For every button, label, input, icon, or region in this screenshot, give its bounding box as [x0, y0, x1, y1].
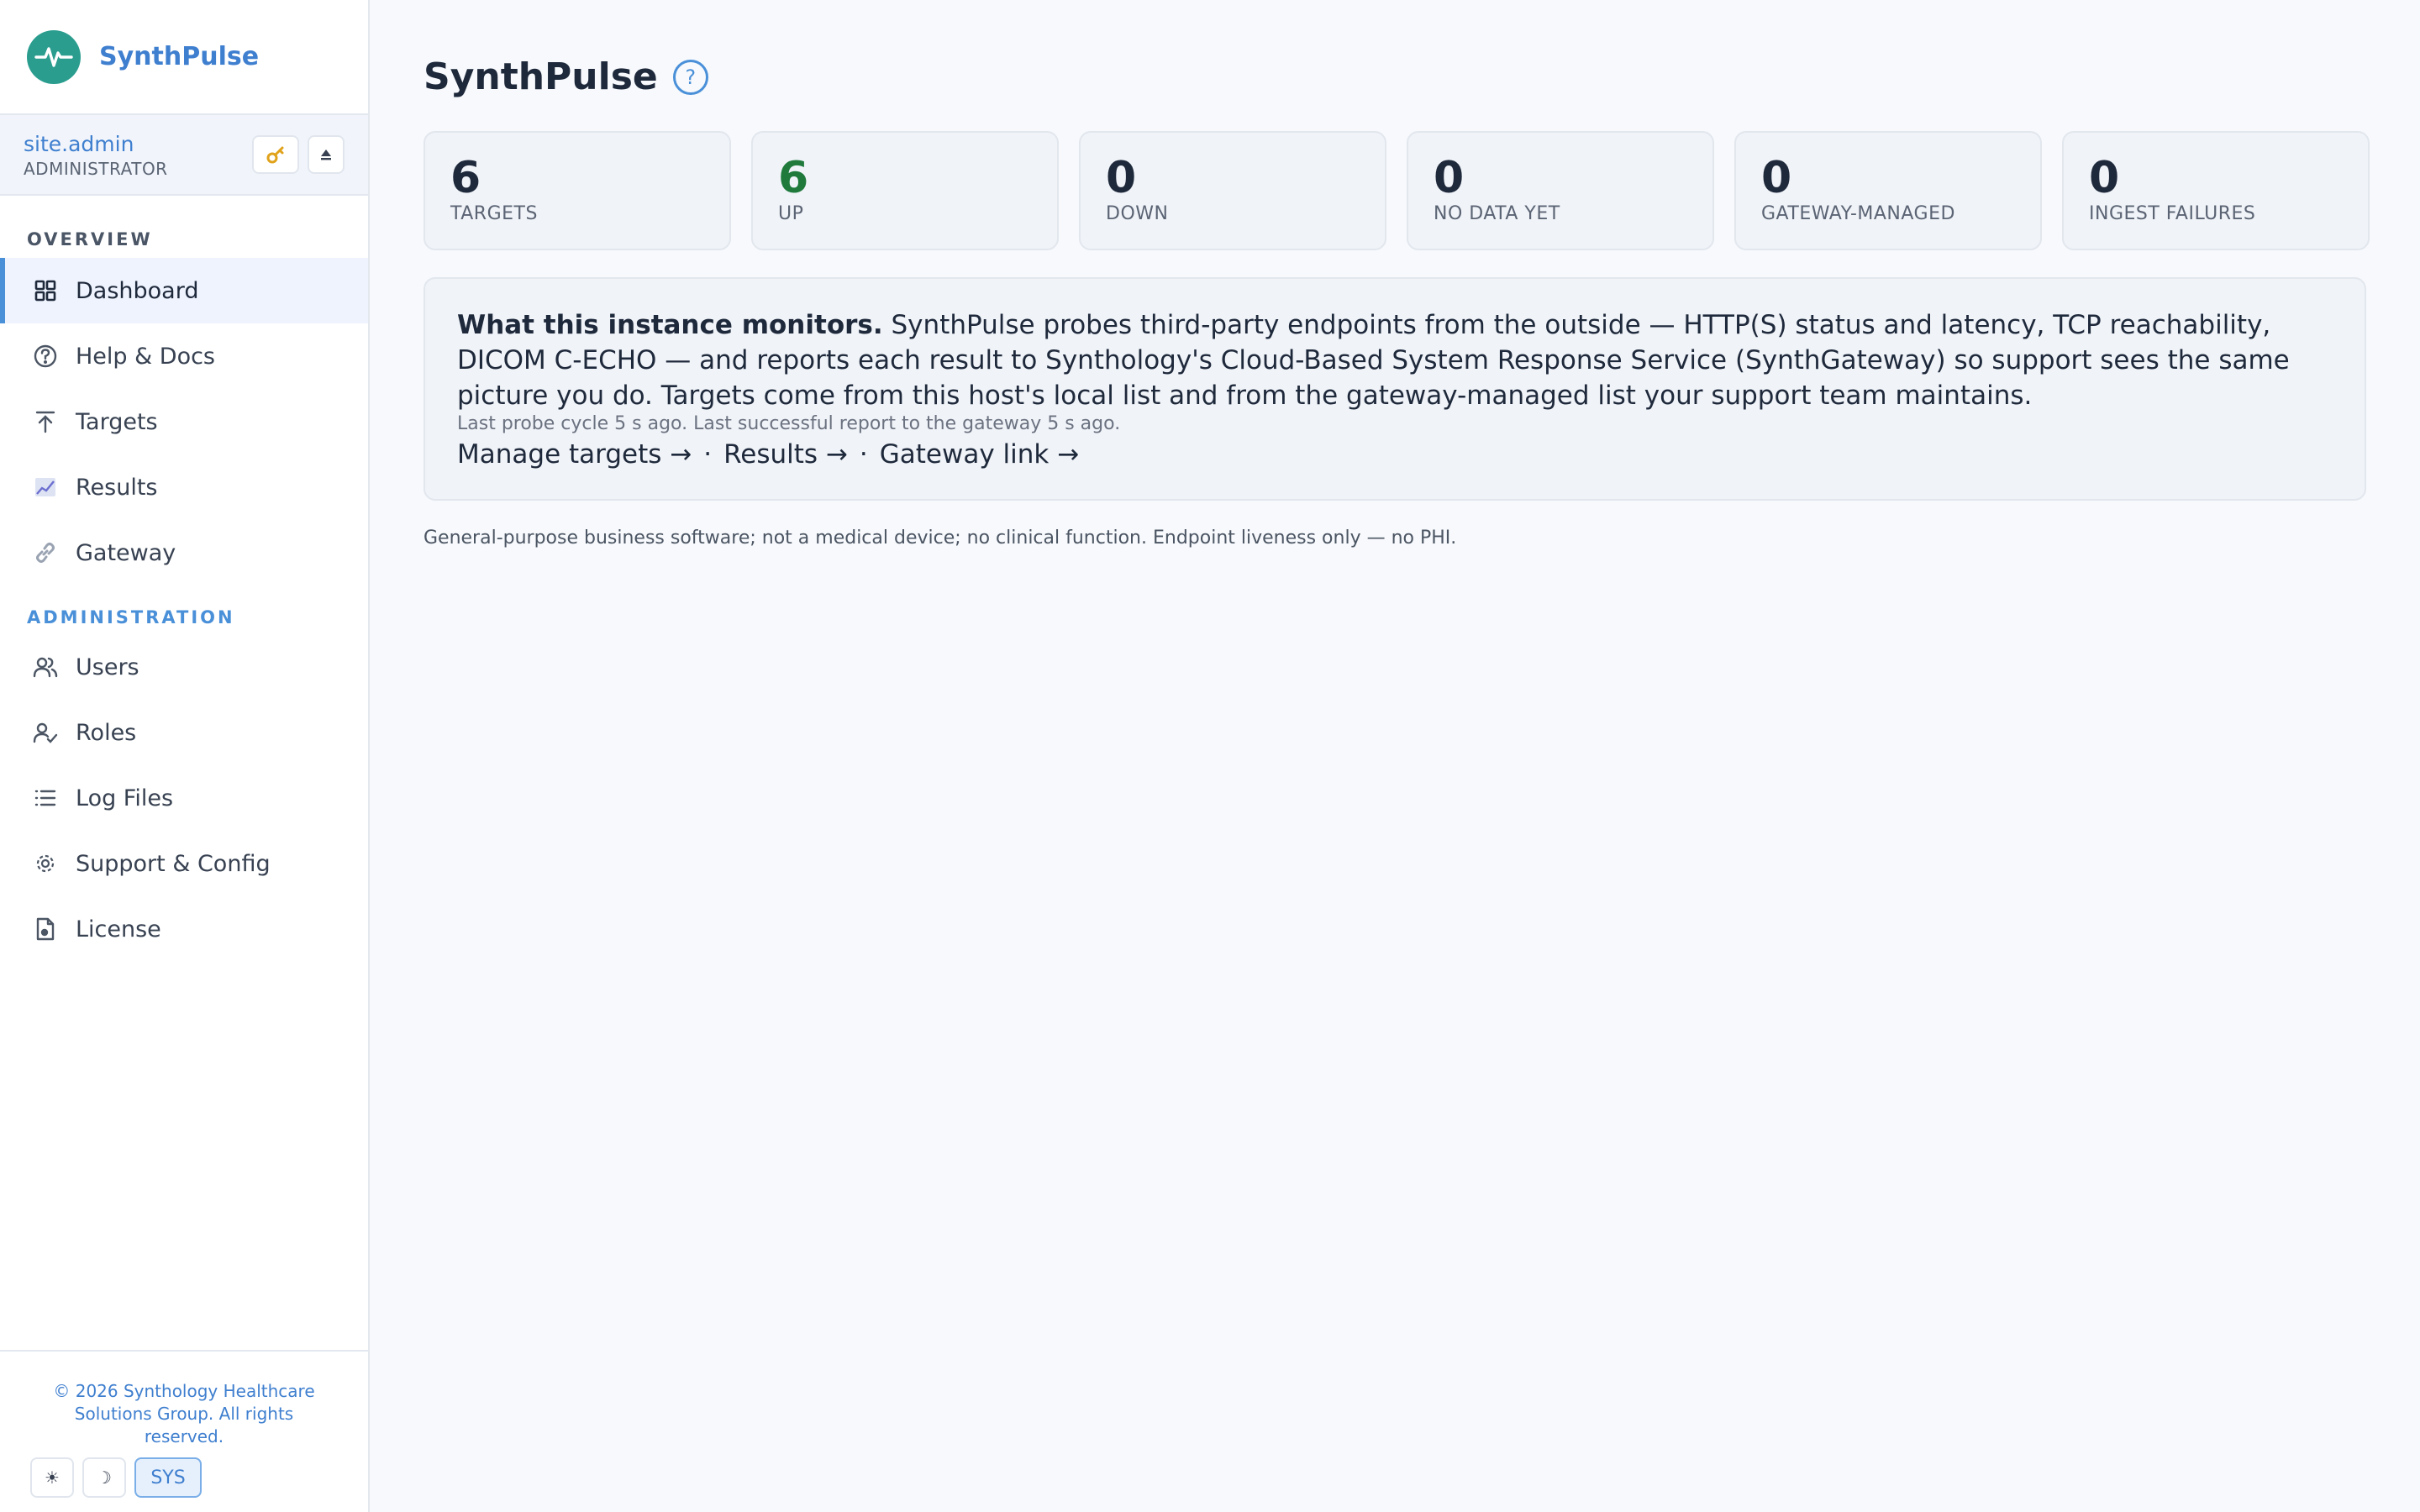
info-panel: What this instance monitors. SynthPulse …: [424, 277, 2366, 501]
stat-label: GATEWAY-MANAGED: [1761, 203, 1955, 224]
disclaimer: General-purpose business software; not a…: [424, 528, 1457, 549]
stat-card-targets: 6 TARGETS: [424, 131, 731, 250]
pulse-icon: [27, 29, 81, 84]
stat-label: DOWN: [1106, 203, 1169, 224]
stat-value: 0: [1106, 153, 1137, 203]
chart-icon: [32, 474, 59, 501]
stat-card-gateway-managed: 0 GATEWAY-MANAGED: [1734, 131, 2042, 250]
link-separator: ·: [703, 439, 713, 470]
user-panel: site.admin ADMINISTRATOR: [0, 115, 368, 196]
theme-dark-button[interactable]: ☽: [82, 1457, 126, 1498]
sidebar-item-roles[interactable]: Roles: [0, 700, 368, 765]
change-password-button[interactable]: [252, 135, 299, 174]
sidebar-item-dashboard[interactable]: Dashboard: [0, 258, 368, 323]
stat-label: TARGETS: [450, 203, 538, 224]
theme-switcher: ☀ ☽ SYS: [30, 1457, 210, 1498]
stat-card-up: 6 UP: [751, 131, 1059, 250]
theme-light-button[interactable]: ☀: [30, 1457, 74, 1498]
users-icon: [32, 654, 59, 680]
brand[interactable]: SynthPulse: [0, 0, 368, 115]
sidebar-item-label: Log Files: [76, 785, 174, 811]
stat-value: 0: [2089, 153, 2120, 203]
sidebar-item-targets[interactable]: Targets: [0, 389, 368, 454]
link-icon: [32, 539, 59, 566]
sidebar-item-label: Dashboard: [76, 277, 199, 304]
stat-card-down: 0 DOWN: [1079, 131, 1386, 250]
stat-card-no-data: 0 NO DATA YET: [1407, 131, 1714, 250]
link-separator: ·: [859, 439, 868, 470]
sidebar-item-label: Users: [76, 654, 139, 680]
sidebar-item-label: License: [76, 916, 161, 942]
theme-system-label: SYS: [150, 1467, 186, 1488]
logout-button[interactable]: [308, 135, 345, 174]
sidebar-item-gateway[interactable]: Gateway: [0, 520, 368, 585]
file-icon: [32, 916, 59, 942]
sidebar-item-label: Support & Config: [76, 850, 271, 877]
arrow-up-icon: [32, 408, 59, 435]
sidebar-item-label: Gateway: [76, 539, 176, 566]
copyright: © 2026 Synthology Healthcare Solutions G…: [53, 1381, 315, 1446]
sidebar-item-label: Results: [76, 474, 158, 501]
help-circle-icon: [32, 343, 59, 370]
sidebar-item-support-config[interactable]: Support & Config: [0, 831, 368, 896]
sidebar-footer: © 2026 Synthology Healthcare Solutions G…: [0, 1350, 368, 1512]
info-heading: What this instance monitors.: [457, 310, 883, 340]
info-links: Manage targets → · Results → · Gateway link …: [457, 439, 2333, 470]
list-icon: [32, 785, 59, 811]
stat-label: UP: [778, 203, 804, 224]
sidebar-item-users[interactable]: Users: [0, 634, 368, 700]
theme-system-button[interactable]: SYS: [134, 1457, 202, 1498]
grid-icon: [32, 277, 59, 304]
stat-label: INGEST FAILURES: [2089, 203, 2256, 224]
help-icon[interactable]: ?: [672, 59, 708, 95]
stat-value: 6: [450, 153, 481, 203]
stat-value: 0: [1761, 153, 1792, 203]
probe-status: Last probe cycle 5 s ago. Last successfu…: [457, 413, 1121, 434]
stats-row: 6 TARGETS 6 UP 0 DOWN 0 NO DATA YET 0 GA…: [424, 131, 2370, 250]
brand-name: SynthPulse: [99, 42, 260, 71]
gear-icon: [32, 850, 59, 877]
page-header: SynthPulse ?: [424, 55, 708, 98]
gateway-link[interactable]: Gateway link →: [880, 439, 1079, 470]
stat-value: 0: [1434, 153, 1465, 203]
sidebar-item-label: Roles: [76, 719, 137, 746]
sidebar-item-results[interactable]: Results: [0, 454, 368, 520]
key-icon: [266, 146, 284, 164]
results-link[interactable]: Results →: [723, 439, 848, 470]
user-check-icon: [32, 719, 59, 746]
sidebar-item-log-files[interactable]: Log Files: [0, 765, 368, 831]
manage-targets-link[interactable]: Manage targets →: [457, 439, 692, 470]
sidebar-item-help[interactable]: Help & Docs: [0, 323, 368, 389]
sidebar-item-label: Help & Docs: [76, 343, 215, 370]
eject-icon: [321, 150, 331, 160]
sidebar-item-label: Targets: [76, 408, 158, 435]
stat-card-ingest-failures: 0 INGEST FAILURES: [2062, 131, 2370, 250]
moon-icon: ☽: [97, 1467, 112, 1488]
nav-section-administration: ADMINISTRATION: [27, 607, 235, 627]
info-description: What this instance monitors. SynthPulse …: [457, 307, 2333, 413]
sidebar: SynthPulse site.admin ADMINISTRATOR OVER…: [0, 0, 370, 1512]
stat-value: 6: [778, 153, 809, 203]
stat-label: NO DATA YET: [1434, 203, 1560, 224]
page-title: SynthPulse: [424, 55, 658, 98]
sidebar-item-license[interactable]: License: [0, 896, 368, 962]
sun-icon: ☀: [45, 1467, 60, 1488]
nav-section-overview: OVERVIEW: [27, 229, 153, 249]
